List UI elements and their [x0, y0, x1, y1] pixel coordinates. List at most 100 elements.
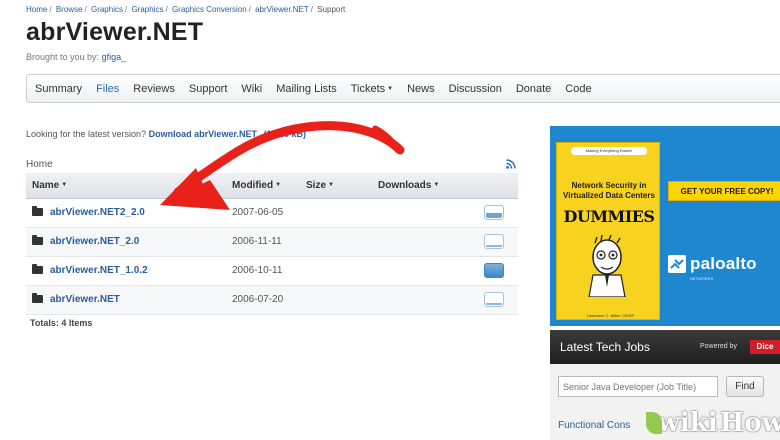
book-author: Lawrence C. Miller, CISSP	[587, 313, 635, 318]
folder-icon	[32, 206, 43, 217]
page-title: abrViewer.NET	[26, 18, 204, 46]
folder-link[interactable]: abrViewer.NET_1.0.2	[50, 265, 148, 276]
dice-logo[interactable]: Dice	[750, 340, 780, 354]
byline-user-link[interactable]: gfiga_	[102, 52, 127, 62]
column-modified[interactable]: Modified ▼	[226, 173, 300, 199]
column-downloads-label: Downloads	[378, 179, 432, 191]
table-header-row: Name ▼ Modified ▼ Size ▼ Downloads ▼	[26, 173, 518, 199]
free-copy-button[interactable]: GET YOUR FREE COPY!	[668, 181, 780, 201]
totals-label: Totals: 4 Items	[30, 318, 93, 328]
find-button[interactable]: Find	[726, 376, 764, 397]
breadcrumb-graphics[interactable]: Graphics	[91, 5, 123, 14]
downloads-graph-icon[interactable]	[484, 234, 504, 249]
tab-reviews[interactable]: Reviews	[133, 83, 175, 95]
sort-icon: ▼	[61, 182, 68, 189]
column-size[interactable]: Size ▼	[300, 173, 372, 199]
jobs-title: Latest Tech Jobs	[560, 340, 650, 354]
file-name-cell: abrViewer.NET2_2.0	[26, 198, 226, 228]
modified-cell: 2006-07-20	[226, 285, 300, 315]
table-row[interactable]: abrViewer.NET2_2.0 2007-06-05	[26, 198, 518, 228]
byline: Brought to you by: gfiga_	[26, 52, 126, 62]
table-row[interactable]: abrViewer.NET_1.0.2 2006-10-11	[26, 256, 518, 286]
latest-version-line: Looking for the latest version? Download…	[26, 129, 306, 139]
breadcrumb-graphics-conversion[interactable]: Graphics Conversion	[172, 5, 247, 14]
wikihow-watermark: wiki How	[645, 408, 780, 438]
folder-link[interactable]: abrViewer.NET	[50, 294, 120, 305]
powered-by-label: Powered by	[700, 343, 737, 350]
tab-donate[interactable]: Donate	[516, 83, 551, 95]
size-cell	[300, 227, 372, 257]
downloads-graph-cell	[478, 285, 518, 315]
book-title: Network Security in Virtualized Data Cen…	[563, 181, 655, 200]
downloads-graph-icon[interactable]	[484, 292, 504, 307]
breadcrumb-browse[interactable]: Browse	[56, 5, 83, 14]
folder-icon	[32, 293, 43, 304]
sponsor-logo: paloalto	[668, 254, 757, 274]
book-tagline: Making Everything Easier!	[571, 147, 647, 155]
column-downloads[interactable]: Downloads ▼	[372, 173, 478, 199]
tab-tickets-label: Tickets	[350, 82, 386, 95]
tab-code[interactable]: Code	[565, 83, 591, 95]
downloads-cell	[372, 227, 478, 257]
modified-cell: 2007-06-05	[226, 198, 300, 228]
folder-link[interactable]: abrViewer.NET_2.0	[50, 236, 139, 247]
breadcrumb-current: Support	[317, 5, 346, 14]
watermark-how: How	[719, 408, 780, 438]
breadcrumb: Home / Browse / Graphics / Graphics / Graphi…	[26, 5, 346, 14]
chevron-down-icon: ▼	[387, 85, 394, 92]
folder-link[interactable]: abrViewer.NET2_2.0	[50, 207, 145, 218]
table-row[interactable]: abrViewer.NET_2.0 2006-11-11	[26, 227, 518, 257]
column-name[interactable]: Name ▼	[26, 173, 226, 199]
downloads-graph-cell	[478, 198, 518, 228]
folder-icon	[32, 264, 43, 275]
sidebar-ad[interactable]: Making Everything Easier! Network Securi…	[550, 126, 780, 326]
tab-summary[interactable]: Summary	[35, 83, 82, 95]
dummies-character-icon	[588, 235, 626, 297]
file-name-cell: abrViewer.NET_1.0.2	[26, 256, 226, 286]
modified-cell: 2006-11-11	[226, 227, 300, 257]
tab-files[interactable]: Files	[96, 83, 119, 95]
sponsor-subtitle: NETWORKS	[690, 276, 714, 281]
tab-discussion[interactable]: Discussion	[449, 83, 502, 95]
wikihow-leaf-icon	[645, 412, 662, 434]
breadcrumb-home[interactable]: Home	[26, 5, 47, 14]
tab-support[interactable]: Support	[189, 83, 228, 95]
tab-news[interactable]: News	[407, 83, 435, 95]
files-table: Name ▼ Modified ▼ Size ▼ Downloads ▼ abrView…	[26, 173, 518, 315]
downloads-graph-cell	[478, 256, 518, 286]
file-name-cell: abrViewer.NET	[26, 285, 226, 315]
column-modified-label: Modified	[232, 179, 274, 191]
breadcrumb-project[interactable]: abrViewer.NET	[255, 5, 309, 14]
table-row[interactable]: abrViewer.NET 2006-07-20	[26, 285, 518, 315]
size-cell	[300, 285, 372, 315]
downloads-graph-icon[interactable]	[484, 205, 504, 220]
column-size-label: Size	[306, 179, 327, 191]
size-cell	[300, 198, 372, 228]
job-search-input[interactable]	[558, 376, 718, 397]
downloads-graph-icon[interactable]	[484, 263, 504, 278]
size-cell	[300, 256, 372, 286]
downloads-cell	[372, 285, 478, 315]
column-name-label: Name	[32, 179, 60, 191]
job-link[interactable]: Functional Cons	[558, 420, 630, 431]
downloads-cell	[372, 198, 478, 228]
sort-icon: ▼	[275, 182, 282, 189]
sort-icon: ▼	[433, 182, 440, 189]
book-cover: Making Everything Easier! Network Securi…	[556, 142, 660, 320]
byline-prefix: Brought to you by:	[26, 52, 100, 62]
download-latest-link[interactable]: Download abrViewer.NET	[149, 129, 257, 139]
files-location[interactable]: Home	[26, 159, 53, 170]
rss-icon[interactable]	[506, 159, 516, 169]
downloads-graph-cell	[478, 227, 518, 257]
download-size: (124.0 kB)	[263, 129, 307, 139]
project-nav-tabs: Summary Files Reviews Support Wiki Maili…	[26, 74, 780, 103]
book-brand: DUMMIES	[563, 207, 655, 226]
tab-tickets[interactable]: Tickets ▼	[351, 83, 393, 95]
column-graph	[478, 173, 518, 199]
watermark-wiki: wiki	[657, 408, 718, 438]
sponsor-name: paloalto	[690, 254, 757, 273]
tab-wiki[interactable]: Wiki	[241, 83, 262, 95]
folder-icon	[32, 235, 43, 246]
tab-mailing-lists[interactable]: Mailing Lists	[276, 83, 337, 95]
breadcrumb-graphics-2[interactable]: Graphics	[131, 5, 163, 14]
